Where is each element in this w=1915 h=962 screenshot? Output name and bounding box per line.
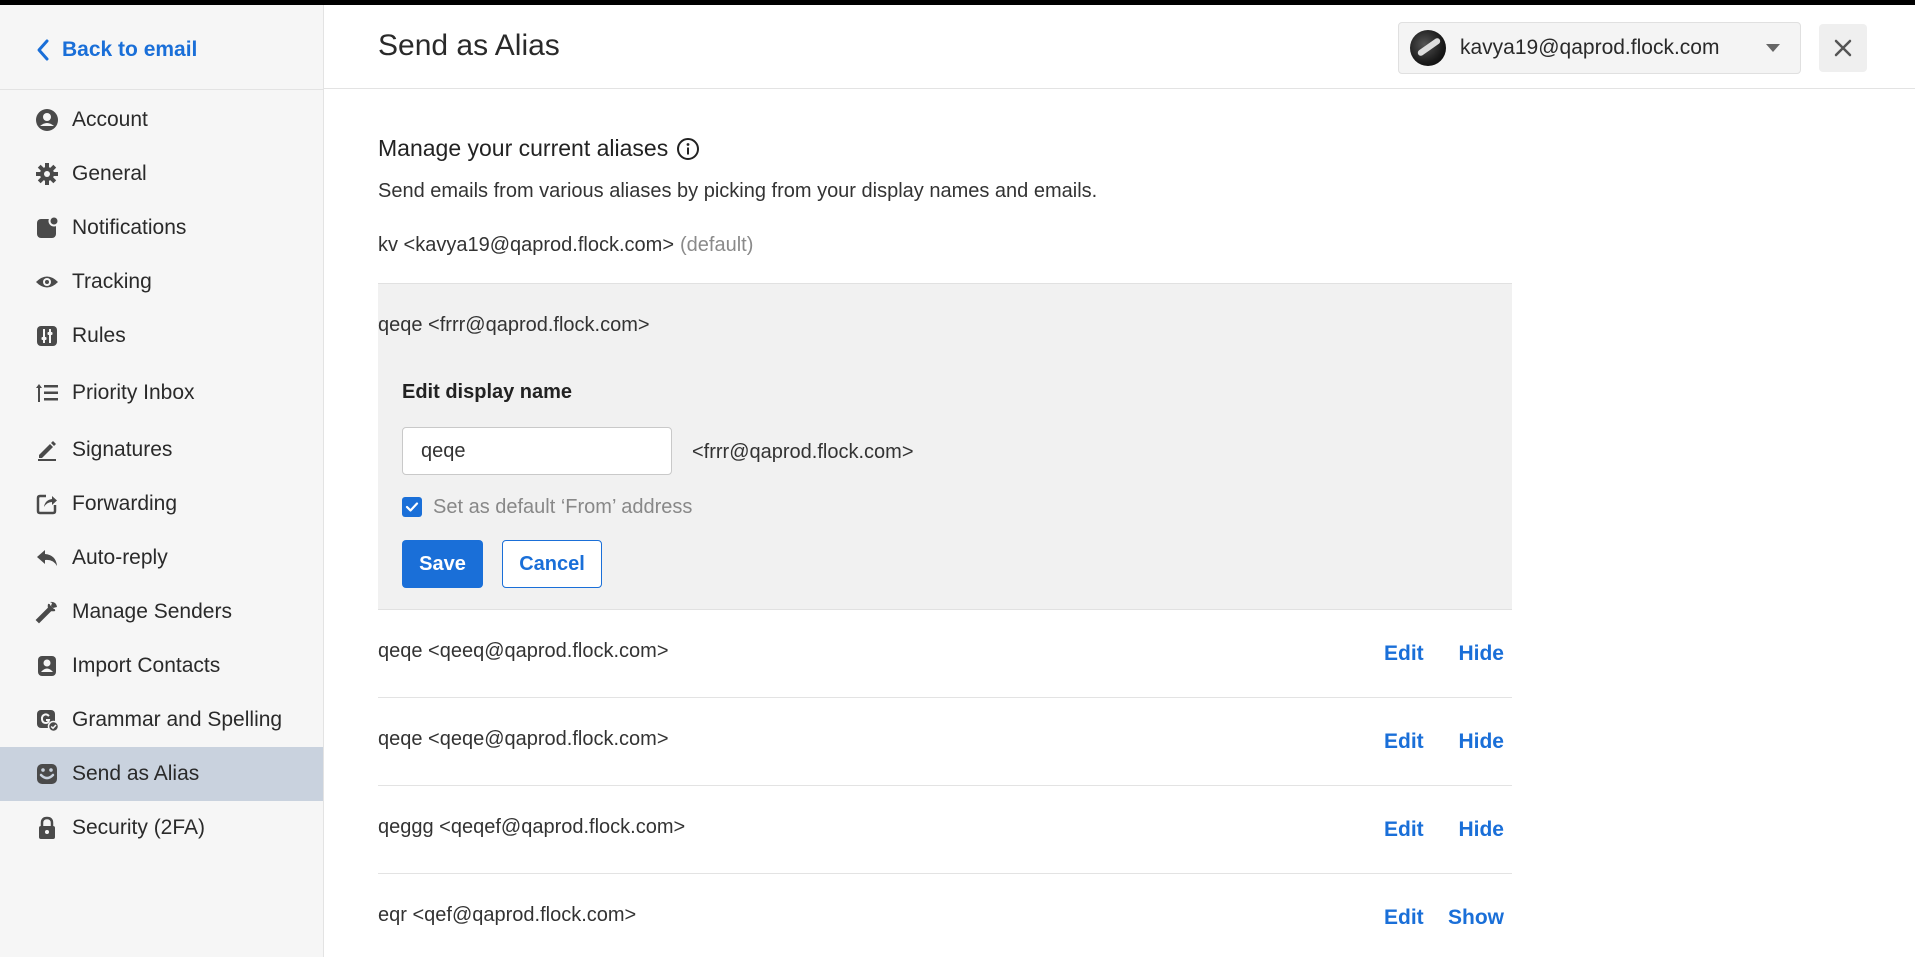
chevron-down-icon [1766,44,1780,52]
edit-display-name-title: Edit display name [402,381,573,403]
default-alias-text: kv <kavya19@qaprod.flock.com> [378,234,675,256]
save-button[interactable]: Save [402,540,483,588]
checkmark-icon [405,502,419,512]
notification-icon [34,215,60,241]
sidebar-item-general[interactable]: General [0,147,323,201]
close-icon [1834,39,1852,57]
lock-icon [34,815,60,841]
default-alias: kv <kavya19@qaprod.flock.com> (default) [378,234,753,257]
main-content: Manage your current aliases Send emails … [324,88,1915,957]
sidebar-item-label: Forwarding [72,492,178,515]
back-to-email-link[interactable]: Back to email [34,33,197,67]
account-email: kavya19@qaprod.flock.com [1460,36,1720,59]
cancel-button[interactable]: Cancel [502,540,602,588]
display-name-input[interactable] [402,427,672,475]
sidebar-item-send-as-alias[interactable]: Send as Alias [0,747,323,801]
sidebar-item-account[interactable]: Account [0,93,323,147]
page-header: Send as Alias kavya19@qaprod.flock.com [324,5,1915,89]
alias-row: qeggg <qeqef@qaprod.flock.com> Edit Hide [378,786,1512,874]
sidebar-item-label: Manage Senders [72,600,232,623]
sidebar-item-label: Signatures [72,438,173,461]
section-description: Send emails from various aliases by pick… [378,180,1098,202]
edit-alias-button[interactable]: Edit [1384,906,1424,930]
sidebar-item-label: Account [72,108,148,131]
grammar-icon [34,707,60,733]
sidebar-item-security-2fa[interactable]: Security (2FA) [0,801,323,855]
sidebar-item-notifications[interactable]: Notifications [0,201,323,255]
hide-alias-button[interactable]: Hide [1458,818,1504,842]
account-selector[interactable]: kavya19@qaprod.flock.com [1398,22,1801,74]
default-from-checkbox[interactable] [402,497,422,517]
section-title-text: Manage your current aliases [378,135,669,161]
sidebar-item-manage-senders[interactable]: Manage Senders [0,585,323,639]
info-icon[interactable] [676,137,700,161]
sidebar-item-label: Import Contacts [72,654,221,677]
sidebar-item-priority-inbox[interactable]: Priority Inbox [0,366,323,420]
user-icon [34,107,60,133]
sidebar-item-label: Grammar and Spelling [72,708,283,731]
default-from-label: Set as default ‘From’ address [433,496,693,518]
chevron-left-icon [37,39,49,61]
alias-text: qeggg <qeqef@qaprod.flock.com> [378,816,686,838]
sidebar-item-label: Rules [72,324,126,347]
alias-row: qeqe <qeqe@qaprod.flock.com> Edit Hide [378,698,1512,786]
sidebar-item-forwarding[interactable]: Forwarding [0,477,323,531]
sidebar-item-label: Tracking [72,270,152,293]
sidebar-item-label: Security (2FA) [72,816,206,839]
alias-text: eqr <qef@qaprod.flock.com> [378,904,637,926]
sidebar-item-label: Notifications [72,216,187,239]
page-title: Send as Alias [378,29,560,62]
edit-alias-button[interactable]: Edit [1384,818,1424,842]
alias-email-label: <frrr@qaprod.flock.com> [692,441,914,463]
sidebar-divider [0,89,323,90]
gear-icon [34,161,60,187]
sidebar-item-label: Priority Inbox [72,381,195,404]
edit-alias-panel: qeqe <frrr@qaprod.flock.com> Edit displa… [378,283,1512,610]
editing-alias-text: qeqe <frrr@qaprod.flock.com> [378,314,650,336]
alias-text: qeqe <qeeq@qaprod.flock.com> [378,640,669,662]
forward-icon [34,491,60,517]
show-alias-button[interactable]: Show [1448,906,1504,930]
contacts-icon [34,653,60,679]
alias-row: eqr <qef@qaprod.flock.com> Edit Show [378,874,1512,962]
reply-icon [34,545,60,571]
sidebar-item-label: Send as Alias [72,762,200,785]
section-title: Manage your current aliases [378,135,700,162]
priority-list-icon [34,380,60,406]
alias-text: qeqe <qeqe@qaprod.flock.com> [378,728,669,750]
default-tag: (default) [680,234,754,256]
sidebar-item-label: Auto-reply [72,546,168,569]
edit-alias-button[interactable]: Edit [1384,730,1424,754]
sidebar-item-tracking[interactable]: Tracking [0,255,323,309]
sliders-icon [34,323,60,349]
sidebar-item-grammar-and-spelling[interactable]: Grammar and Spelling [0,693,323,747]
settings-sidebar: Back to email Account General Notificati… [0,5,324,957]
sidebar-item-rules[interactable]: Rules [0,309,323,363]
sidebar-item-auto-reply[interactable]: Auto-reply [0,531,323,585]
wrench-icon [34,599,60,625]
pen-icon [34,437,60,463]
alias-mask-icon [34,761,60,787]
close-button[interactable] [1819,24,1867,72]
sidebar-item-import-contacts[interactable]: Import Contacts [0,639,323,693]
alias-row: qeqe <qeeq@qaprod.flock.com> Edit Hide [378,610,1512,698]
hide-alias-button[interactable]: Hide [1458,642,1504,666]
avatar [1410,30,1446,66]
edit-alias-button[interactable]: Edit [1384,642,1424,666]
back-to-email-label: Back to email [62,38,198,61]
hide-alias-button[interactable]: Hide [1458,730,1504,754]
eye-icon [34,269,60,295]
sidebar-item-signatures[interactable]: Signatures [0,423,323,477]
sidebar-item-label: General [72,162,147,185]
